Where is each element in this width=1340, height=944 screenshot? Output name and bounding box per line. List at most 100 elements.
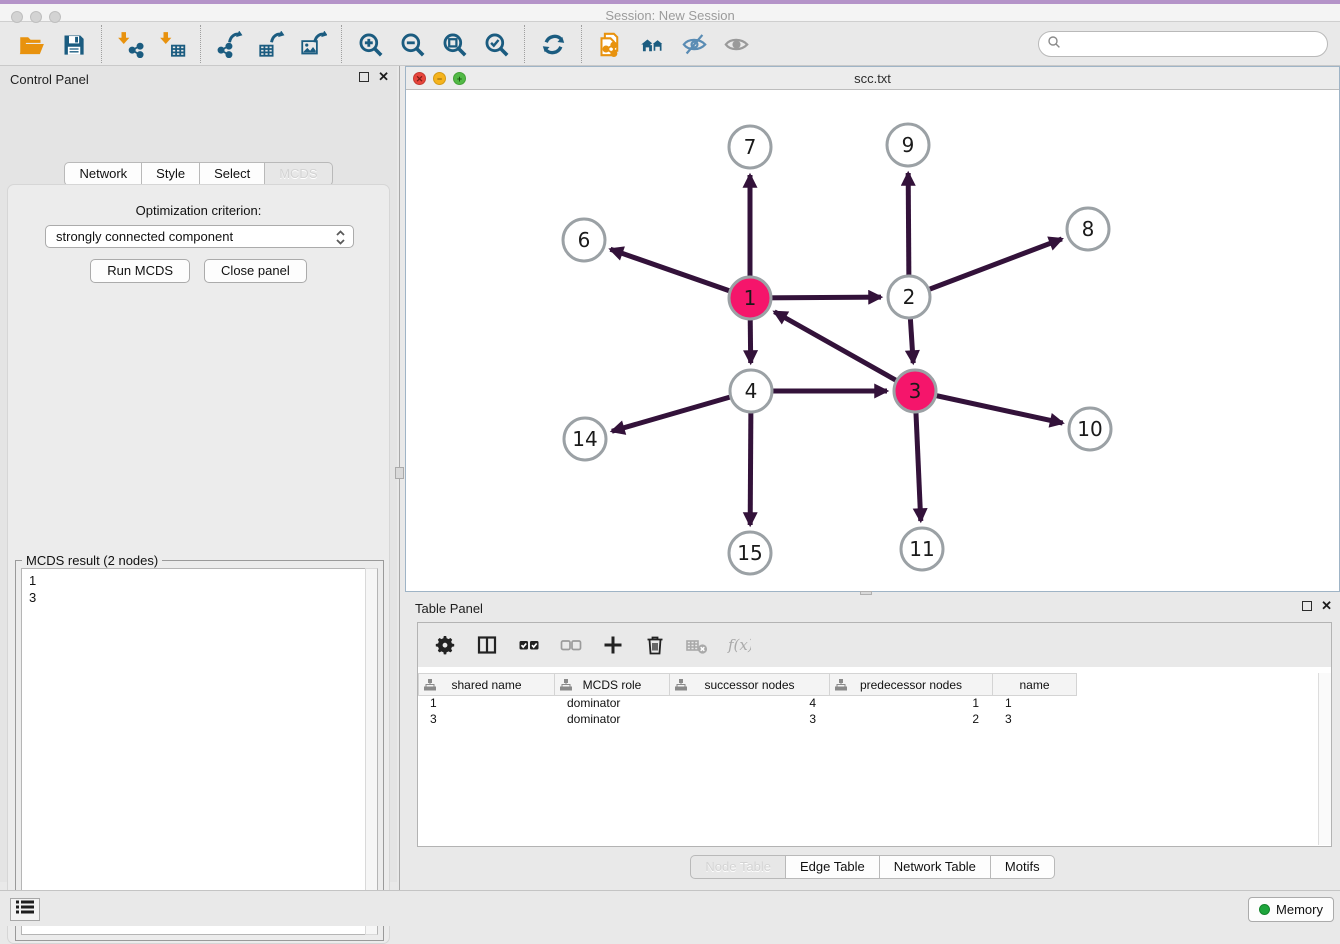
first-neighbors-icon[interactable] (631, 26, 673, 62)
shared-column-icon (424, 679, 436, 694)
delete-column-icon[interactable] (636, 628, 674, 662)
network-graph[interactable]: 7968124314101511 (406, 90, 1339, 591)
clone-network-icon[interactable] (589, 26, 631, 62)
zoom-in-icon[interactable] (349, 26, 391, 62)
optimization-criterion-select[interactable]: strongly connected component (45, 225, 354, 248)
tab-network-table[interactable]: Network Table (880, 855, 991, 879)
table-cell[interactable]: 2 (830, 712, 993, 728)
graph-node-label: 8 (1082, 217, 1095, 241)
tab-motifs[interactable]: Motifs (991, 855, 1055, 879)
table-cell[interactable]: 1 (830, 696, 993, 712)
graph-node-label: 7 (744, 135, 757, 159)
import-table-icon[interactable] (151, 26, 193, 62)
float-panel-icon[interactable] (359, 72, 369, 82)
graph-edge-3-1[interactable] (774, 312, 915, 391)
export-network-icon[interactable] (208, 26, 250, 62)
status-bar: Memory (0, 890, 1340, 926)
tab-node-table[interactable]: Node Table (690, 855, 786, 879)
function-builder-icon[interactable]: f(x) (720, 628, 758, 662)
save-session-icon[interactable] (52, 26, 94, 62)
mcds-panel: Optimization criterion: strongly connect… (7, 184, 390, 944)
delete-table-icon[interactable] (678, 628, 716, 662)
open-file-icon[interactable] (10, 26, 52, 62)
memory-button[interactable]: Memory (1248, 897, 1334, 922)
search-icon (1047, 35, 1061, 54)
graph-edge-3-10[interactable] (915, 391, 1063, 423)
panel-divider-grip[interactable] (395, 467, 404, 479)
tab-mcds[interactable]: MCDS (265, 162, 332, 186)
graph-node-label: 6 (578, 228, 591, 252)
optimization-criterion-label: Optimization criterion: (8, 203, 389, 218)
column-header-shared-name[interactable]: shared name (418, 673, 555, 696)
column-header-MCDS-role[interactable]: MCDS role (555, 673, 670, 696)
graph-node-label: 9 (902, 133, 915, 157)
network-window-title: scc.txt (406, 71, 1339, 86)
zoom-out-icon[interactable] (391, 26, 433, 62)
table-row[interactable]: 1dominator411 (418, 696, 1331, 712)
graph-node-label: 1 (744, 286, 757, 310)
toolbar-separator (200, 25, 201, 63)
table-cell[interactable]: 1 (418, 696, 555, 712)
close-panel-button[interactable]: Close panel (204, 259, 307, 283)
network-window: ✕ − + scc.txt 7968124314101511 (405, 66, 1340, 592)
tab-select[interactable]: Select (200, 162, 265, 186)
zoom-selected-icon[interactable] (475, 26, 517, 62)
table-header-row: shared nameMCDS rolesuccessor nodesprede… (418, 673, 1077, 696)
split-panel-icon[interactable] (468, 628, 506, 662)
export-image-icon[interactable] (292, 26, 334, 62)
table-cell[interactable]: dominator (555, 712, 670, 728)
column-header-successor-nodes[interactable]: successor nodes (670, 673, 830, 696)
network-canvas[interactable]: 7968124314101511 (406, 90, 1339, 591)
export-table-icon[interactable] (250, 26, 292, 62)
task-list-icon (16, 900, 34, 919)
close-table-panel-icon[interactable]: ✕ (1321, 601, 1332, 611)
table-toolbar: f(x) (418, 623, 1331, 667)
control-panel: Control Panel ✕ NetworkStyleSelectMCDS O… (0, 66, 397, 882)
table-panel-title: Table Panel (415, 601, 483, 616)
graph-node-label: 4 (745, 379, 758, 403)
table-cell[interactable]: 3 (670, 712, 830, 728)
zoom-fit-icon[interactable] (433, 26, 475, 62)
table-scrollbar[interactable] (1318, 673, 1331, 845)
mcds-result-text[interactable]: 1 3 (21, 568, 378, 935)
run-mcds-button[interactable]: Run MCDS (90, 259, 190, 283)
task-history-button[interactable] (10, 898, 40, 921)
show-all-icon[interactable] (715, 26, 757, 62)
graph-node-label: 11 (909, 537, 934, 561)
tab-network[interactable]: Network (64, 162, 142, 186)
graph-edge-2-8[interactable] (909, 239, 1062, 297)
table-cell[interactable]: 1 (993, 696, 1077, 712)
table-rows: 1dominator4113dominator323 (418, 696, 1331, 728)
main-toolbar (0, 23, 1340, 66)
table-cell[interactable]: 4 (670, 696, 830, 712)
select-all-icon[interactable] (510, 628, 548, 662)
graph-node-label: 2 (903, 285, 916, 309)
hide-selected-icon[interactable] (673, 26, 715, 62)
add-column-icon[interactable] (594, 628, 632, 662)
shared-column-icon (560, 679, 572, 694)
search-input[interactable] (1061, 34, 1327, 54)
deselect-all-icon[interactable] (552, 628, 590, 662)
tab-edge-table[interactable]: Edge Table (786, 855, 880, 879)
mcds-result-box: MCDS result (2 nodes) 1 3 (15, 560, 384, 941)
float-table-panel-icon[interactable] (1302, 601, 1312, 611)
network-window-titlebar[interactable]: ✕ − + scc.txt (406, 67, 1339, 90)
tab-style[interactable]: Style (142, 162, 200, 186)
table-cell[interactable]: 3 (993, 712, 1077, 728)
refresh-network-icon[interactable] (532, 26, 574, 62)
table-cell[interactable]: dominator (555, 696, 670, 712)
table-row[interactable]: 3dominator323 (418, 712, 1331, 728)
column-header-predecessor-nodes[interactable]: predecessor nodes (830, 673, 993, 696)
import-network-icon[interactable] (109, 26, 151, 62)
graph-node-label: 10 (1077, 417, 1102, 441)
table-panel-tabs: Node TableEdge TableNetwork TableMotifs (405, 855, 1340, 879)
dropdown-value: strongly connected component (56, 229, 233, 244)
control-panel-tabs: NetworkStyleSelectMCDS (0, 162, 397, 186)
search-box[interactable] (1038, 31, 1328, 57)
column-header-name[interactable]: name (993, 673, 1077, 696)
scrollbar[interactable] (365, 568, 378, 935)
close-panel-icon[interactable]: ✕ (378, 72, 389, 82)
table-cell[interactable]: 3 (418, 712, 555, 728)
table-settings-icon[interactable] (426, 628, 464, 662)
window-title: Session: New Session (0, 8, 1340, 23)
